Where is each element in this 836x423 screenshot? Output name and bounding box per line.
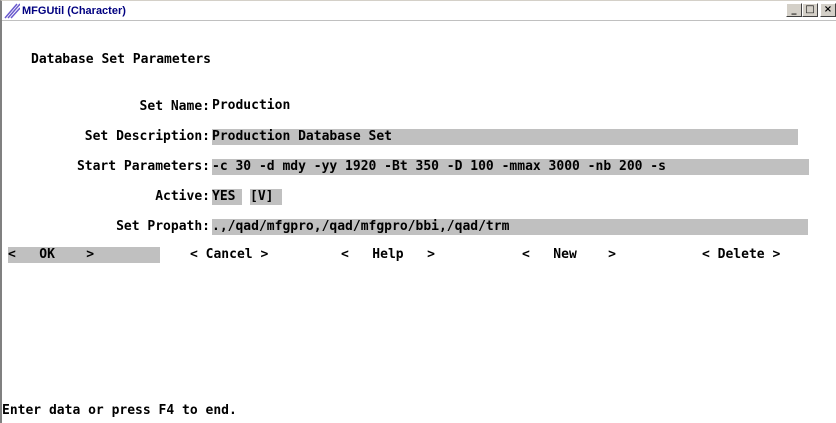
app-icon xyxy=(4,3,20,19)
start-parameters-field[interactable]: -c 30 -d mdy -yy 1920 -Bt 350 -D 100 -mm… xyxy=(212,159,809,175)
start-parameters-label: Start Parameters: xyxy=(76,159,210,174)
active-toggle[interactable]: [V] xyxy=(250,189,282,205)
ok-button[interactable]: < OK > xyxy=(8,247,160,263)
set-description-field[interactable]: Production Database Set xyxy=(212,129,798,145)
active-field[interactable]: YES xyxy=(212,189,242,205)
set-name-value: Production xyxy=(212,98,291,113)
maximize-icon: □ xyxy=(805,4,815,15)
close-icon: × xyxy=(823,4,833,15)
active-label: Active: xyxy=(155,189,210,204)
form-heading: Database Set Parameters xyxy=(31,52,212,67)
help-button[interactable]: < Help > xyxy=(341,247,435,263)
status-message: Enter data or press F4 to end. xyxy=(2,403,237,418)
cancel-button[interactable]: < Cancel > xyxy=(190,247,268,263)
title-bar[interactable]: MFGUtil (Character) _ □ × xyxy=(2,1,836,21)
window-title: MFGUtil (Character) xyxy=(22,5,126,17)
set-propath-field[interactable]: .,/qad/mfgpro,/qad/mfgpro/bbi,/qad/trm xyxy=(212,219,808,235)
set-propath-label: Set Propath: xyxy=(116,219,210,234)
close-button[interactable]: × xyxy=(820,3,836,17)
set-description-label: Set Description: xyxy=(84,129,210,144)
delete-button[interactable]: < Delete > xyxy=(702,247,780,263)
app-window: MFGUtil (Character) _ □ × Database Set P… xyxy=(0,0,836,423)
terminal-area: Database Set Parameters Set Name: Produc… xyxy=(2,21,836,423)
minimize-button[interactable]: _ xyxy=(786,3,802,17)
minimize-icon: _ xyxy=(791,4,797,15)
window-controls: _ □ × xyxy=(786,3,836,19)
set-name-label: Set Name: xyxy=(139,99,210,114)
maximize-button[interactable]: □ xyxy=(802,3,818,17)
new-button[interactable]: < New > xyxy=(522,247,616,263)
